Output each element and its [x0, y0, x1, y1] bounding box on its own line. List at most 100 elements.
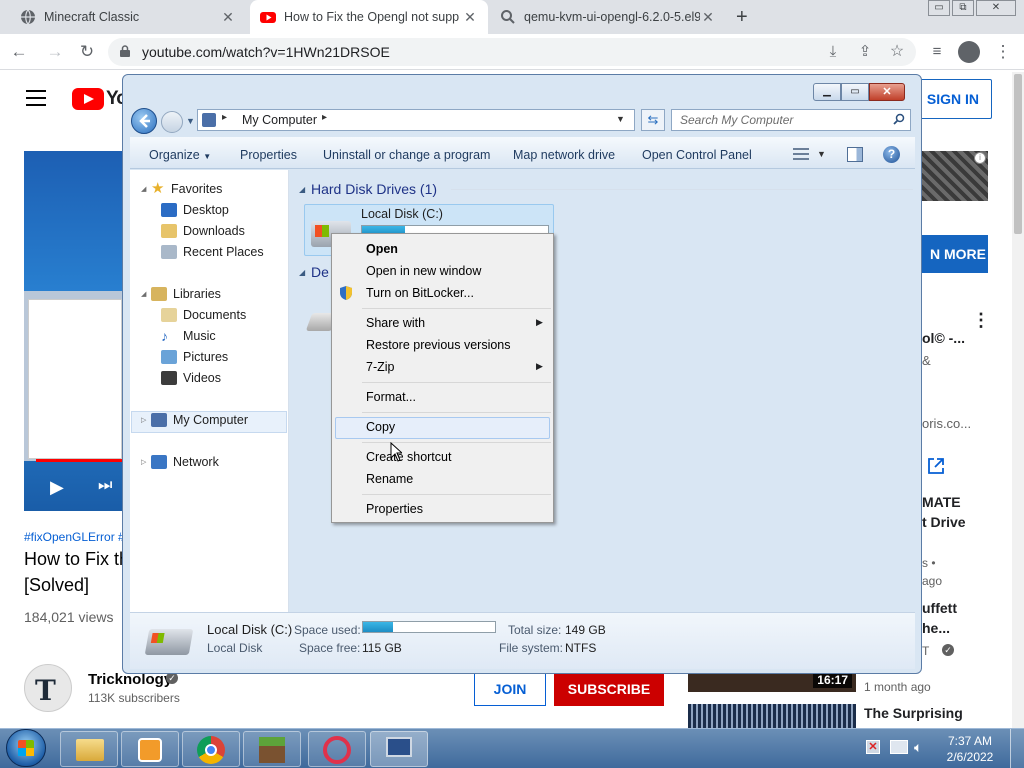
history-dropdown-icon[interactable]: ▼ [186, 116, 195, 126]
sign-in-button[interactable]: SIGN IN [912, 79, 992, 119]
expand-arrow-icon[interactable]: ◢ [141, 290, 146, 298]
url-text[interactable]: youtube.com/watch?v=1HWn21DRSOE [142, 44, 390, 60]
volume-icon[interactable]: 🔈︎ [914, 739, 922, 756]
progress-bar[interactable] [36, 459, 122, 462]
group-header-hard-disk-drives[interactable]: Hard Disk Drives (1) [311, 181, 437, 197]
menu-item-create-shortcut[interactable]: Create shortcut [366, 450, 451, 464]
external-link-icon[interactable] [926, 456, 946, 476]
channel-avatar[interactable]: T [24, 664, 72, 712]
menu-item-open[interactable]: Open [366, 242, 398, 256]
forward-arrow-icon[interactable]: → [44, 42, 66, 62]
forward-button[interactable] [161, 111, 183, 133]
next-icon[interactable]: ⏭ [98, 477, 112, 495]
preview-pane-icon[interactable] [847, 147, 863, 162]
expand-arrow-icon[interactable]: ◢ [141, 185, 146, 193]
menu-item-copy[interactable]: Copy [366, 420, 395, 434]
close-window-button[interactable]: ✕ [869, 83, 905, 101]
nav-item-recent-places[interactable]: Recent Places [161, 245, 264, 259]
chevron-down-icon[interactable]: ▼ [817, 149, 826, 159]
hamburger-menu-icon[interactable] [26, 90, 46, 106]
view-options-icon[interactable] [793, 148, 809, 162]
taskbar-clock[interactable]: 7:37 AM 2/6/2022 [940, 733, 1000, 765]
video-player[interactable]: ▶ ⏭ [24, 151, 122, 511]
menu-item-format[interactable]: Format... [366, 390, 416, 404]
expand-arrow-icon[interactable]: ▷ [141, 458, 146, 466]
tab-youtube-video[interactable]: How to Fix the Opengl not supp ✕ [250, 0, 488, 34]
sidebar-item1-title[interactable]: ol© -... [922, 330, 965, 346]
nav-item-pictures[interactable]: Pictures [161, 350, 228, 364]
taskbar-explorer-button[interactable] [60, 731, 118, 767]
expand-arrow-icon[interactable]: ▷ [141, 416, 146, 424]
sidebar-item3-title[interactable]: uffett [922, 600, 957, 616]
nav-item-music[interactable]: ♪ Music [161, 329, 216, 343]
close-tab-icon[interactable]: ✕ [462, 9, 478, 26]
new-tab-button[interactable]: + [736, 6, 748, 29]
menu-item-7zip[interactable]: 7-Zip [366, 360, 394, 374]
taskbar-media-player-button[interactable] [121, 731, 179, 767]
action-center-icon[interactable]: ✕ [866, 740, 880, 754]
open-control-panel-button[interactable]: Open Control Panel [642, 148, 752, 162]
media-queue-icon[interactable]: ≡ [926, 42, 948, 62]
show-desktop-button[interactable] [1010, 729, 1024, 768]
start-button[interactable] [6, 729, 46, 767]
nav-item-downloads[interactable]: Downloads [161, 224, 245, 238]
play-icon[interactable]: ▶ [50, 477, 64, 498]
nav-item-my-computer[interactable]: My Computer [151, 413, 248, 427]
taskbar-minecraft-button[interactable] [243, 731, 301, 767]
taskbar-opera-button[interactable] [308, 731, 366, 767]
group-collapse-icon[interactable]: ◢ [299, 185, 305, 194]
maximize-button[interactable]: ▭ [841, 83, 869, 101]
nav-item-libraries[interactable]: Libraries [151, 287, 221, 301]
bookmark-star-icon[interactable]: ☆ [886, 42, 908, 62]
youtube-logo[interactable] [72, 88, 104, 110]
page-scrollbar[interactable] [1012, 72, 1024, 728]
sidebar-item3-title-line2[interactable]: he... [922, 620, 950, 636]
tab-qemu-search[interactable]: qemu-kvm-ui-opengl-6.2.0-5.el9 ✕ [490, 0, 726, 34]
address-bar[interactable]: ▸ My Computer ▸ ▼ [197, 109, 635, 131]
close-tab-icon[interactable]: ✕ [700, 9, 716, 26]
tab-minecraft-classic[interactable]: Minecraft Classic ✕ [10, 0, 246, 34]
minimize-button[interactable]: ▭ [928, 0, 950, 16]
menu-item-properties[interactable]: Properties [366, 502, 423, 516]
info-icon[interactable]: i [974, 152, 986, 164]
map-network-drive-button[interactable]: Map network drive [513, 148, 615, 162]
menu-item-restore-previous[interactable]: Restore previous versions [366, 338, 511, 352]
nav-item-videos[interactable]: Videos [161, 371, 221, 385]
menu-item-open-new-window[interactable]: Open in new window [366, 264, 481, 278]
group-collapse-icon[interactable]: ◢ [299, 268, 305, 277]
search-icon[interactable] [893, 113, 905, 125]
address-dropdown-icon[interactable]: ▼ [616, 114, 625, 124]
breadcrumb-my-computer[interactable]: My Computer [242, 113, 317, 127]
learn-more-button[interactable]: N MORE [916, 235, 988, 273]
refresh-icon[interactable]: ⇆ [641, 109, 665, 131]
nav-item-favorites[interactable]: ★ Favorites [151, 181, 222, 196]
breadcrumb-arrow-icon[interactable]: ▸ [322, 112, 327, 123]
close-window-button[interactable]: ✕ [976, 0, 1016, 16]
subscribe-button[interactable]: SUBSCRIBE [554, 672, 664, 706]
help-icon[interactable]: ? [883, 146, 900, 163]
nav-item-network[interactable]: Network [151, 455, 219, 469]
menu-item-share-with[interactable]: Share with [366, 316, 425, 330]
sidebar-thumbnail[interactable] [688, 704, 856, 728]
group-header-devices[interactable]: De [311, 264, 329, 280]
install-icon[interactable]: ⤓ [822, 42, 844, 62]
video-hashtags[interactable]: #fixOpenGLError # [24, 530, 125, 544]
lock-icon[interactable] [120, 45, 130, 57]
more-options-icon[interactable]: ⋮ [972, 310, 990, 331]
share-icon[interactable]: ⇪ [854, 42, 876, 62]
sidebar-item4-title[interactable]: The Surprising [864, 705, 963, 721]
nav-item-desktop[interactable]: Desktop [161, 203, 229, 217]
network-status-icon[interactable] [890, 740, 908, 754]
uninstall-program-button[interactable]: Uninstall or change a program [323, 148, 490, 162]
properties-button[interactable]: Properties [240, 148, 297, 162]
organize-button[interactable]: Organize ▼ [149, 148, 211, 162]
more-menu-icon[interactable]: ⋮ [992, 42, 1014, 62]
sidebar-item2-title-line2[interactable]: t Drive [922, 514, 966, 530]
search-field[interactable]: Search My Computer [671, 109, 911, 131]
join-button[interactable]: JOIN [474, 672, 546, 706]
breadcrumb-arrow-icon[interactable]: ▸ [222, 112, 227, 123]
back-button[interactable] [131, 108, 157, 134]
back-arrow-icon[interactable]: ← [8, 42, 30, 62]
close-tab-icon[interactable]: ✕ [220, 9, 236, 26]
taskbar-chrome-button[interactable] [182, 731, 240, 767]
